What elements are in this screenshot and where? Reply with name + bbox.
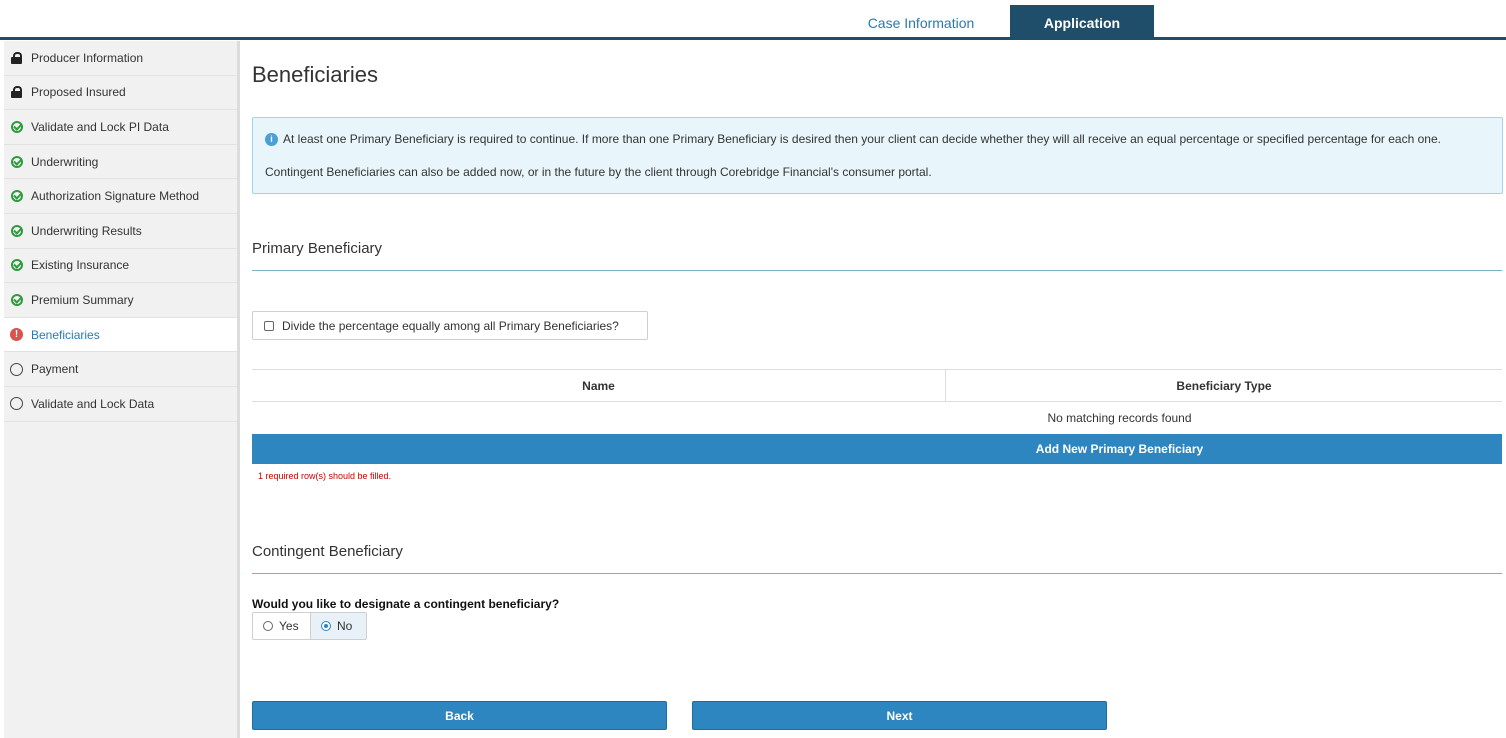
sidebar-item-label: Validate and Lock PI Data: [31, 119, 169, 134]
radio-selected-icon[interactable]: [321, 621, 331, 631]
section-divider: [252, 270, 1502, 271]
sidebar-item-authorization-signature-method[interactable]: Authorization Signature Method: [4, 179, 237, 214]
column-header-name[interactable]: Name: [252, 370, 946, 401]
sidebar-item-label: Existing Insurance: [31, 258, 130, 273]
sidebar-nav: Producer Information Proposed Insured Va…: [4, 41, 240, 738]
empty-circle-icon: [10, 362, 23, 376]
divide-equally-label: Divide the percentage equally among all …: [282, 318, 619, 333]
contingent-radio-group: Yes No: [252, 612, 367, 640]
back-button[interactable]: Back: [252, 701, 667, 730]
info-text-contingent: Contingent Beneficiaries can also be add…: [265, 165, 932, 179]
section-divider: [252, 573, 1502, 574]
alert-circle-icon: !: [10, 328, 23, 342]
check-circle-icon: [10, 224, 23, 237]
info-alert: i At least one Primary Beneficiary is re…: [252, 117, 1503, 194]
sidebar-item-beneficiaries[interactable]: ! Beneficiaries: [4, 317, 237, 353]
sidebar-item-label: Authorization Signature Method: [31, 189, 200, 204]
sidebar-item-validate-lock-data[interactable]: Validate and Lock Data: [4, 387, 237, 422]
sidebar-item-label: Underwriting: [31, 154, 99, 169]
sidebar-item-payment[interactable]: Payment: [4, 352, 237, 387]
top-tab-bar: Case Information Application: [0, 0, 1506, 40]
sidebar-item-label: Producer Information: [31, 50, 144, 65]
sidebar-item-underwriting[interactable]: Underwriting: [4, 145, 237, 180]
checkbox-icon[interactable]: [264, 320, 274, 331]
empty-circle-icon: [10, 397, 23, 411]
check-circle-icon: [10, 190, 23, 203]
sidebar-item-label: Payment: [31, 362, 79, 377]
empty-table-message: No matching records found: [1047, 411, 1192, 425]
sidebar-item-label: Premium Summary: [31, 292, 134, 307]
radio-no[interactable]: No: [311, 613, 366, 639]
check-circle-icon: [10, 120, 23, 133]
sidebar-item-proposed-insured[interactable]: Proposed Insured: [4, 76, 237, 111]
divide-equally-checkbox[interactable]: Divide the percentage equally among all …: [252, 311, 648, 340]
column-header-beneficiary-type[interactable]: Beneficiary Type: [946, 370, 1502, 401]
sidebar-item-label: Proposed Insured: [31, 85, 126, 100]
tab-application[interactable]: Application: [1010, 5, 1154, 40]
primary-beneficiary-heading: Primary Beneficiary: [252, 240, 383, 257]
check-circle-icon: [10, 259, 23, 272]
check-circle-icon: [10, 155, 23, 168]
sidebar-item-premium-summary[interactable]: Premium Summary: [4, 283, 237, 318]
primary-beneficiary-table: Name Beneficiary Type No matching record…: [252, 369, 1502, 464]
sidebar-item-label: Underwriting Results: [31, 223, 142, 238]
radio-circle-icon[interactable]: [263, 621, 273, 631]
sidebar-item-label: Beneficiaries: [31, 327, 100, 342]
info-text-primary: At least one Primary Beneficiary is requ…: [283, 132, 1441, 146]
contingent-question: Would you like to designate a contingent…: [252, 597, 560, 611]
tab-case-information[interactable]: Case Information: [849, 5, 993, 40]
radio-yes-label: Yes: [279, 619, 299, 633]
sidebar-item-underwriting-results[interactable]: Underwriting Results: [4, 214, 237, 249]
add-primary-beneficiary-button[interactable]: Add New Primary Beneficiary: [252, 434, 1502, 464]
lock-icon: [10, 51, 23, 64]
sidebar-item-producer-information[interactable]: Producer Information: [4, 41, 237, 76]
lock-icon: [10, 86, 23, 99]
sidebar-item-label: Validate and Lock Data: [31, 396, 155, 411]
info-icon: i: [265, 132, 278, 146]
page-title: Beneficiaries: [252, 62, 378, 87]
table-header: Name Beneficiary Type: [252, 369, 1502, 402]
contingent-beneficiary-heading: Contingent Beneficiary: [252, 543, 403, 560]
sidebar-item-validate-lock-pi-data[interactable]: Validate and Lock PI Data: [4, 110, 237, 145]
radio-yes[interactable]: Yes: [253, 613, 311, 639]
next-button[interactable]: Next: [692, 701, 1107, 730]
radio-no-label: No: [337, 619, 353, 633]
check-circle-icon: [10, 293, 23, 306]
sidebar-item-existing-insurance[interactable]: Existing Insurance: [4, 249, 237, 284]
required-rows-error: 1 required row(s) should be filled.: [258, 471, 392, 481]
